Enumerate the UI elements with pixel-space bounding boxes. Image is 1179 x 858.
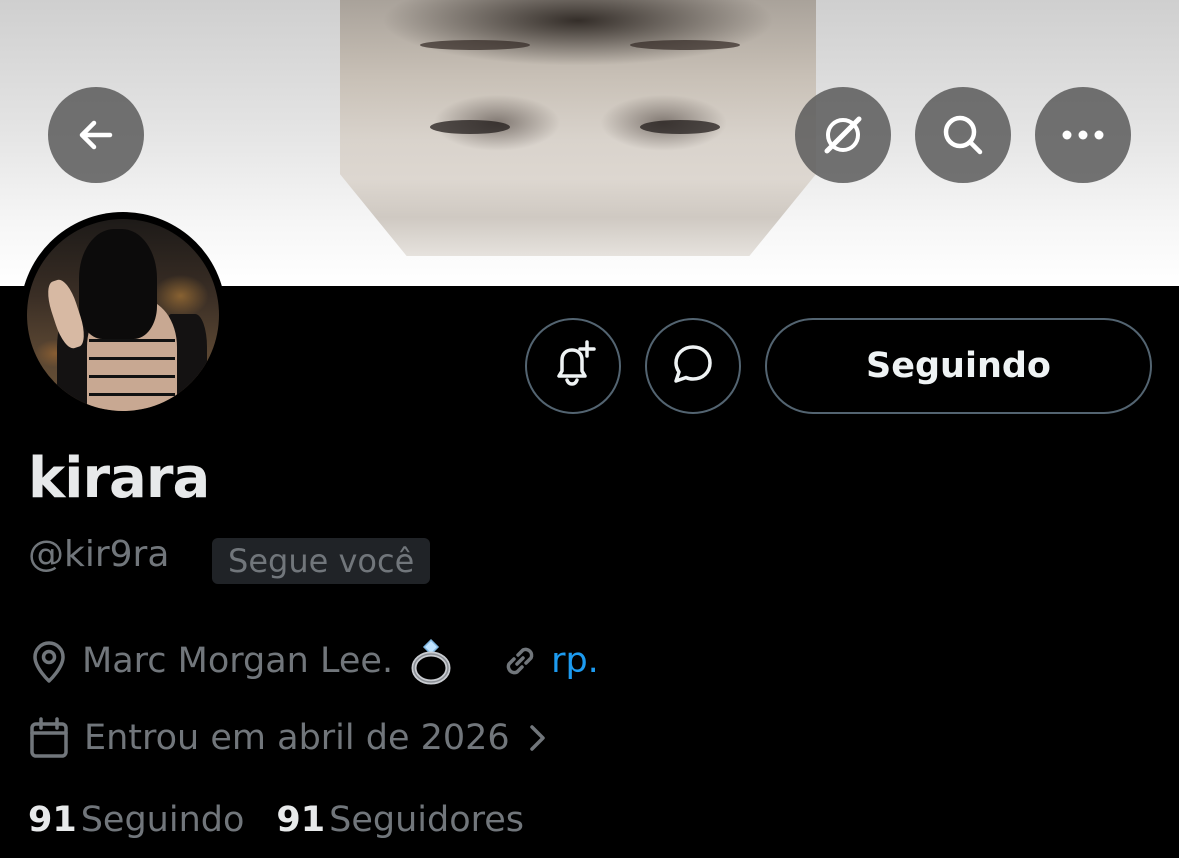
calendar-icon xyxy=(28,716,70,760)
profile-avatar[interactable] xyxy=(20,212,226,418)
followers-label: Seguidores xyxy=(329,800,525,840)
display-name: kirara xyxy=(28,446,210,511)
arrow-left-icon xyxy=(74,113,118,157)
link-icon xyxy=(499,640,541,682)
followers-stat[interactable]: 91 Seguidores xyxy=(276,800,524,840)
ring-emoji xyxy=(407,636,455,686)
joined-row[interactable]: Entrou em abril de 2026 xyxy=(28,716,548,760)
back-button[interactable] xyxy=(48,87,144,183)
bell-plus-icon xyxy=(547,338,599,395)
location-pin-icon xyxy=(28,638,70,684)
chevron-right-icon xyxy=(526,721,548,755)
following-button[interactable]: Seguindo xyxy=(765,318,1152,414)
handle: @kir9ra xyxy=(28,534,170,575)
follows-you-badge: Segue você xyxy=(212,538,431,584)
more-options-button[interactable] xyxy=(1035,87,1131,183)
notifications-button[interactable] xyxy=(525,318,621,414)
avatar-image xyxy=(27,219,219,411)
grok-slash-icon xyxy=(818,110,868,160)
more-horizontal-icon xyxy=(1059,127,1107,143)
location-text: Marc Morgan Lee. xyxy=(82,641,394,681)
message-button[interactable] xyxy=(645,318,741,414)
followers-count: 91 xyxy=(276,800,326,840)
following-count: 91 xyxy=(28,800,77,840)
following-stat[interactable]: 91 Seguindo xyxy=(28,800,244,840)
joined-date: Entrou em abril de 2026 xyxy=(84,718,510,758)
profile-meta-row: Marc Morgan Lee. rp. xyxy=(28,636,599,686)
chat-bubble-icon xyxy=(668,339,718,394)
following-label: Seguindo xyxy=(80,800,245,840)
search-button[interactable] xyxy=(915,87,1011,183)
search-icon xyxy=(938,110,988,160)
follow-stats: 91 Seguindo 91 Seguidores xyxy=(28,800,524,840)
banner-image xyxy=(340,0,816,256)
grok-button[interactable] xyxy=(795,87,891,183)
website-link[interactable]: rp. xyxy=(551,641,599,681)
